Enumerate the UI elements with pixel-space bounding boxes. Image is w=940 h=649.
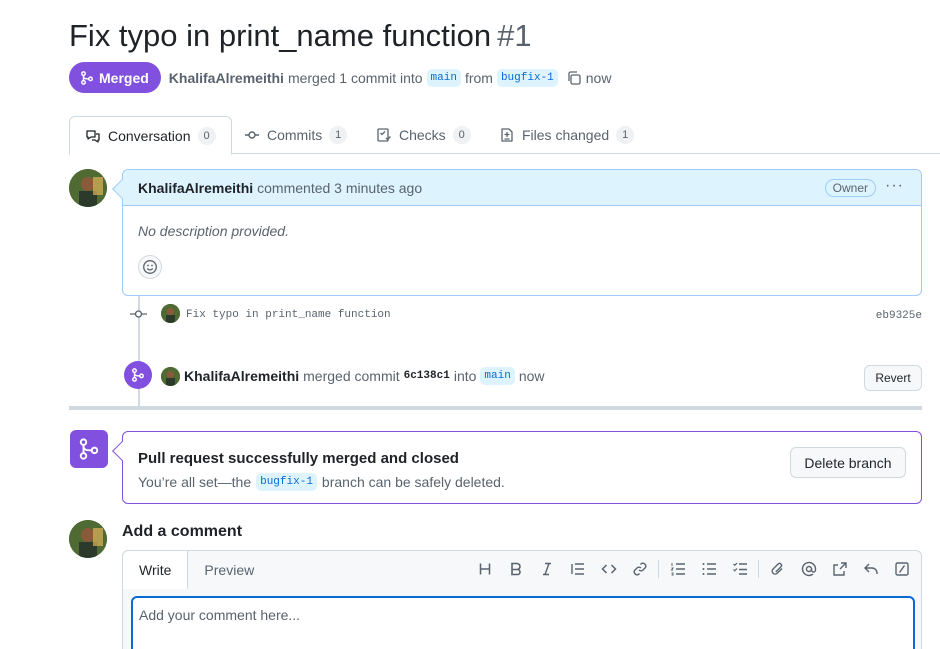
avatar[interactable] xyxy=(69,169,107,207)
copy-icon[interactable] xyxy=(566,70,582,86)
smiley-icon xyxy=(142,259,158,275)
pr-tabs: Conversation 0 Commits 1 Checks 0 Files … xyxy=(69,116,940,155)
tab-count: 0 xyxy=(197,126,216,145)
checklist-icon xyxy=(376,127,392,143)
task-list-icon[interactable] xyxy=(724,557,755,581)
toolbar-separator xyxy=(758,560,759,578)
merge-author-link[interactable]: KhalifaAlremeithi xyxy=(184,368,299,384)
merge-avatar[interactable] xyxy=(161,367,180,386)
bold-icon[interactable] xyxy=(500,557,531,581)
tab-label: Files changed xyxy=(522,127,610,143)
delete-branch-button[interactable]: Delete branch xyxy=(790,447,906,478)
tab-files-changed[interactable]: Files changed 1 xyxy=(499,116,635,154)
pr-author-link[interactable]: KhalifaAlremeithi xyxy=(169,70,284,86)
file-diff-icon xyxy=(499,127,515,143)
merge-event-label: merged commit xyxy=(303,368,400,384)
merge-icon xyxy=(131,368,145,382)
tab-checks[interactable]: Checks 0 xyxy=(376,116,471,154)
comment-author-link[interactable]: KhalifaAlremeithi xyxy=(138,180,253,196)
commit-sha-link[interactable]: eb9325e xyxy=(876,310,922,322)
merged-sub-suffix: branch can be safely deleted. xyxy=(321,474,505,490)
pr-title-text: Fix typo in print_name function xyxy=(69,18,492,53)
add-reaction-button[interactable] xyxy=(138,255,162,279)
merge-event-text: KhalifaAlremeithi merged commit 6c138c1 … xyxy=(184,367,545,385)
merged-sub-prefix: You’re all set—the xyxy=(138,474,252,490)
link-icon[interactable] xyxy=(624,557,655,581)
current-user-avatar[interactable] xyxy=(69,520,107,558)
editor-tabs: Write Preview xyxy=(123,551,270,589)
from-text: from xyxy=(464,69,493,86)
commit-icon xyxy=(244,127,260,143)
markdown-toolbar xyxy=(469,557,917,581)
bullet-list-icon[interactable] xyxy=(693,557,724,581)
head-branch[interactable]: bugfix-1 xyxy=(496,68,558,87)
merged-status-card: Pull request successfully merged and clo… xyxy=(112,431,922,504)
timeline-divider xyxy=(69,406,922,410)
heading-icon[interactable] xyxy=(469,557,500,581)
merged-status-icon-box xyxy=(70,430,108,468)
pr-title: Fix typo in print_name function #1 xyxy=(69,18,532,54)
tab-count: 1 xyxy=(329,126,348,144)
reference-icon[interactable] xyxy=(824,557,855,581)
tab-label: Conversation xyxy=(108,127,191,144)
comment-editor: Write Preview xyxy=(122,550,922,649)
merged-caret xyxy=(112,441,132,461)
pr-meta: Merged KhalifaAlremeithi merged 1 commit… xyxy=(69,62,611,93)
tab-write[interactable]: Write xyxy=(123,551,189,589)
comment-body: No description provided. xyxy=(138,223,289,239)
comment-header: KhalifaAlremeithi commented 3 minutes ag… xyxy=(123,170,921,206)
commit-node-icon xyxy=(130,308,147,320)
deletable-branch[interactable]: bugfix-1 xyxy=(256,473,317,491)
conversation-icon xyxy=(85,128,101,144)
tab-conversation[interactable]: Conversation 0 xyxy=(69,116,232,155)
reply-icon[interactable] xyxy=(855,557,886,581)
kebab-menu-icon[interactable]: ··· xyxy=(885,177,904,195)
code-icon[interactable] xyxy=(593,557,624,581)
base-branch[interactable]: main xyxy=(426,68,461,87)
commit-avatar[interactable] xyxy=(161,304,180,323)
merge-event-badge xyxy=(124,361,152,389)
status-label: Merged xyxy=(99,69,149,86)
merge-event-time: now xyxy=(518,368,545,384)
merged-title: Pull request successfully merged and clo… xyxy=(138,450,459,467)
pr-number: #1 xyxy=(497,18,532,53)
merged-subtitle: You’re all set—the bugfix-1 branch can b… xyxy=(138,473,505,491)
merge-target-branch[interactable]: main xyxy=(480,367,515,385)
tab-preview[interactable]: Preview xyxy=(188,551,270,588)
italic-icon[interactable] xyxy=(531,557,562,581)
slash-command-icon[interactable] xyxy=(886,557,917,581)
merge-text: merged 1 commit into xyxy=(287,69,423,86)
comment-card: KhalifaAlremeithi commented 3 minutes ag… xyxy=(112,169,922,296)
numbered-list-icon[interactable] xyxy=(662,557,693,581)
revert-button[interactable]: Revert xyxy=(864,365,922,391)
attach-icon[interactable] xyxy=(762,557,793,581)
commit-message-link[interactable]: Fix typo in print_name function xyxy=(186,309,391,321)
tab-count: 0 xyxy=(452,126,471,144)
into-text: into xyxy=(453,368,477,384)
comment-textarea-wrapper xyxy=(131,596,915,649)
tab-count: 1 xyxy=(616,126,635,144)
merge-icon xyxy=(80,70,94,85)
status-badge: Merged xyxy=(69,62,161,93)
merge-time: now xyxy=(585,69,612,86)
merge-icon xyxy=(78,438,100,460)
quote-icon[interactable] xyxy=(562,557,593,581)
mention-icon[interactable] xyxy=(793,557,824,581)
tab-commits[interactable]: Commits 1 xyxy=(244,116,348,154)
add-comment-heading: Add a comment xyxy=(122,523,243,540)
comment-input[interactable] xyxy=(133,598,913,632)
owner-badge: Owner xyxy=(824,179,876,197)
comment-action: commented 3 minutes ago xyxy=(257,179,423,196)
merge-commit-sha-link[interactable]: 6c138c1 xyxy=(404,370,450,382)
tab-label: Commits xyxy=(267,127,323,143)
tab-label: Checks xyxy=(399,127,446,143)
toolbar-separator xyxy=(658,560,659,578)
